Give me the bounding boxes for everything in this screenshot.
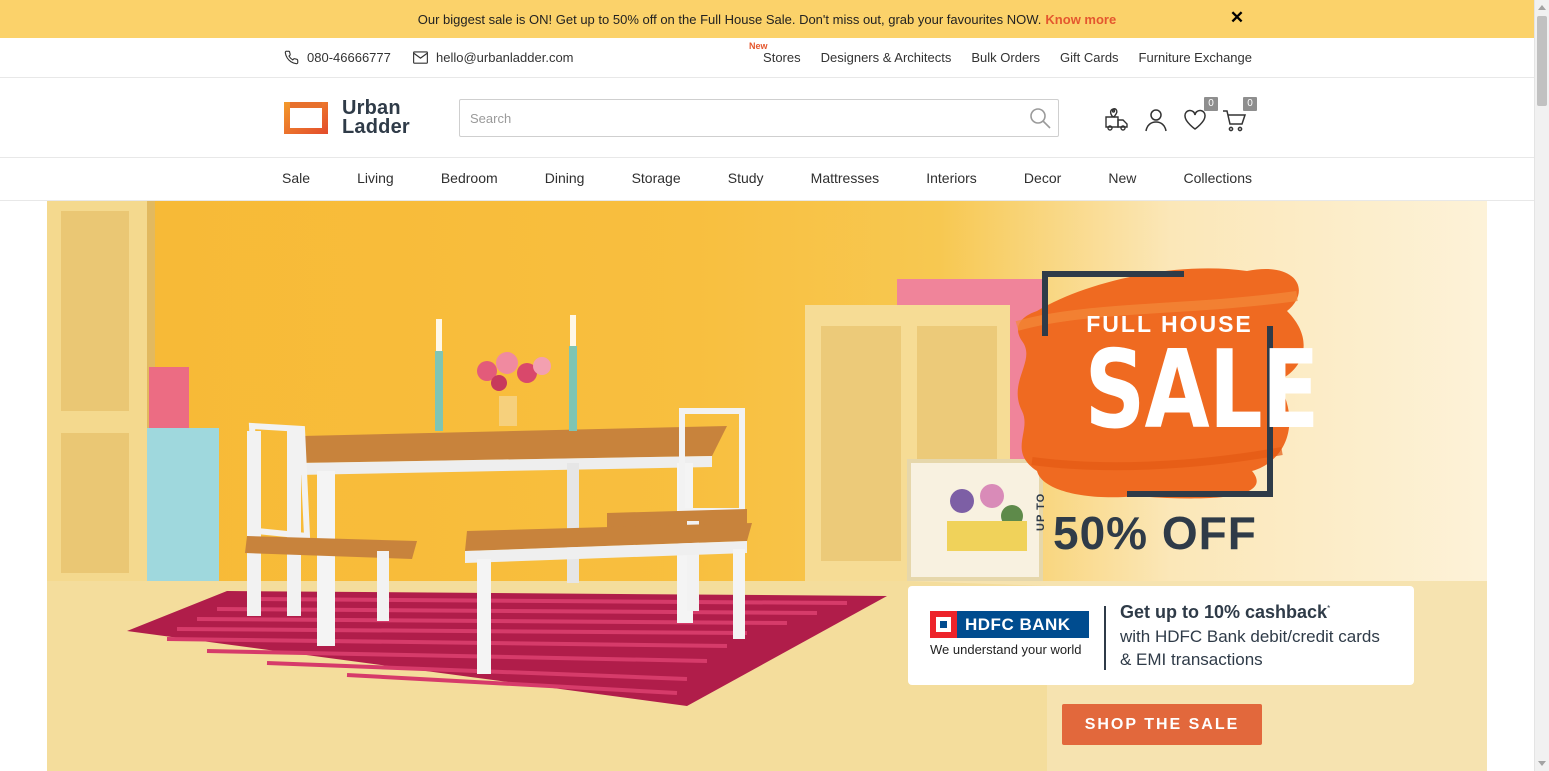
- logo-wordmark: Urban Ladder: [342, 98, 410, 138]
- search-icon[interactable]: [1028, 106, 1052, 130]
- utility-links: New Stores Designers & Architects Bulk O…: [743, 41, 1252, 65]
- main-header: Urban Ladder 0 0: [0, 79, 1534, 158]
- promo-discount: 50% OFF: [1053, 507, 1257, 559]
- phone-number: 080-46666777: [307, 50, 391, 65]
- promo-title-sale: SALE: [1084, 328, 1320, 453]
- utility-link-designers[interactable]: Designers & Architects: [821, 50, 952, 65]
- user-icon[interactable]: [1143, 107, 1169, 133]
- header-icons: 0 0: [1104, 97, 1260, 133]
- cashback-title-text: Get up to 10% cashback: [1120, 602, 1328, 622]
- cart-icon[interactable]: 0: [1221, 97, 1257, 133]
- mail-icon: [413, 51, 428, 64]
- know-more-link[interactable]: Know more: [1045, 12, 1116, 27]
- wishlist-count-badge: 0: [1204, 97, 1218, 111]
- email-address: hello@urbanladder.com: [436, 50, 574, 65]
- scroll-down-arrow-icon[interactable]: [1538, 761, 1546, 766]
- nav-item-decor[interactable]: Decor: [1024, 170, 1061, 186]
- utility-link-label: Stores: [763, 50, 801, 65]
- hero-banner[interactable]: FULL HOUSE SALE UP TO 50% OFF HDFC BANK …: [47, 201, 1487, 771]
- announcement-text: Our biggest sale is ON! Get up to 50% of…: [417, 11, 1042, 27]
- email-contact[interactable]: hello@urbanladder.com: [413, 50, 574, 65]
- shop-the-sale-button[interactable]: SHOP THE SALE: [1062, 704, 1262, 745]
- nav-item-living[interactable]: Living: [357, 170, 394, 186]
- nav-item-interiors[interactable]: Interiors: [926, 170, 977, 186]
- category-nav: Sale Living Bedroom Dining Storage Study…: [0, 158, 1534, 201]
- cashback-title: Get up to 10% cashback*: [1120, 602, 1330, 623]
- page: Our biggest sale is ON! Get up to 50% of…: [0, 0, 1549, 771]
- wishlist-icon[interactable]: 0: [1182, 97, 1218, 133]
- close-icon[interactable]: ✕: [1228, 9, 1246, 27]
- scrollbar-thumb[interactable]: [1537, 16, 1547, 106]
- hdfc-bank-logo: HDFC BANK We understand your world: [930, 611, 1089, 657]
- cart-count-badge: 0: [1243, 97, 1257, 111]
- nav-item-sale[interactable]: Sale: [282, 170, 310, 186]
- utility-link-gift-cards[interactable]: Gift Cards: [1060, 50, 1119, 65]
- cashback-line-2: & EMI transactions: [1120, 650, 1263, 669]
- promo-up-to: UP TO: [1035, 492, 1047, 531]
- bank-offer-card: HDFC BANK We understand your world Get u…: [908, 586, 1414, 685]
- hdfc-logo-icon: [930, 611, 957, 638]
- bank-name: HDFC BANK: [957, 611, 1089, 638]
- nav-item-new[interactable]: New: [1108, 170, 1136, 186]
- nav-item-storage[interactable]: Storage: [632, 170, 681, 186]
- nav-item-study[interactable]: Study: [728, 170, 764, 186]
- utility-link-bulk-orders[interactable]: Bulk Orders: [971, 50, 1040, 65]
- new-badge: New: [749, 41, 768, 51]
- page-scrollbar[interactable]: [1534, 0, 1549, 771]
- phone-contact[interactable]: 080-46666777: [284, 50, 391, 65]
- logo-mark-icon: [284, 102, 328, 134]
- utility-link-stores[interactable]: New Stores: [749, 41, 801, 65]
- banner-scene-illustration: [47, 201, 1487, 771]
- announcement-bar: Our biggest sale is ON! Get up to 50% of…: [0, 0, 1534, 38]
- phone-icon: [284, 50, 299, 65]
- search-input[interactable]: [460, 100, 1000, 136]
- scroll-up-arrow-icon[interactable]: [1538, 5, 1546, 10]
- search-box: [459, 99, 1059, 137]
- nav-item-dining[interactable]: Dining: [545, 170, 585, 186]
- utility-link-furniture-exchange[interactable]: Furniture Exchange: [1139, 50, 1252, 65]
- card-divider: [1104, 606, 1106, 670]
- track-order-icon[interactable]: [1104, 107, 1130, 133]
- cashback-asterisk: *: [1327, 604, 1331, 613]
- nav-item-mattresses[interactable]: Mattresses: [811, 170, 879, 186]
- nav-item-bedroom[interactable]: Bedroom: [441, 170, 498, 186]
- cashback-line-1: with HDFC Bank debit/credit cards: [1120, 627, 1380, 646]
- utility-bar: 080-46666777 hello@urbanladder.com New S…: [0, 38, 1534, 78]
- logo-text-ladder: Ladder: [342, 116, 410, 138]
- bank-tagline: We understand your world: [930, 642, 1082, 657]
- logo[interactable]: Urban Ladder: [282, 98, 410, 138]
- nav-item-collections[interactable]: Collections: [1184, 170, 1252, 186]
